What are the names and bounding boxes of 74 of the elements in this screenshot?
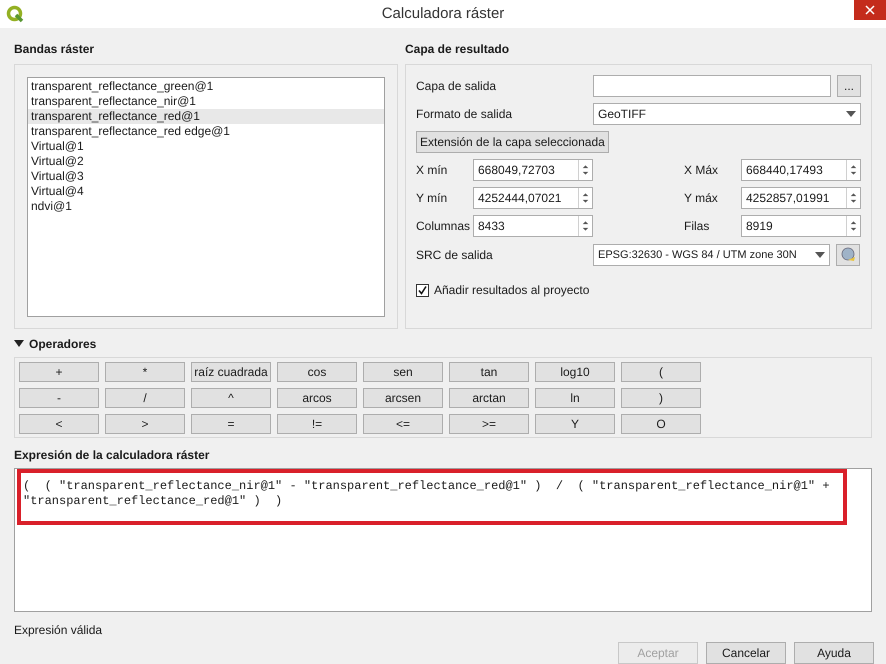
band-list-item[interactable]: transparent_reflectance_red edge@1	[28, 124, 384, 139]
spin-box[interactable]: 668440,17493	[741, 159, 861, 181]
operator-button[interactable]: ln	[535, 388, 615, 408]
crs-dropdown[interactable]: EPSG:32630 - WGS 84 / UTM zone 30N	[593, 244, 830, 266]
globe-icon	[840, 247, 856, 263]
spin-box[interactable]: 4252444,07021	[473, 187, 593, 209]
field-label: SRC de salida	[416, 247, 494, 264]
operator-button[interactable]: <=	[363, 414, 443, 434]
close-button[interactable]	[854, 0, 886, 20]
operator-button[interactable]: cos	[277, 362, 357, 382]
operator-button[interactable]: raíz cuadrada	[191, 362, 271, 382]
dialog-button[interactable]: Cancelar	[706, 642, 786, 664]
band-list-item[interactable]: transparent_reflectance_green@1	[28, 79, 384, 94]
close-icon	[865, 5, 875, 15]
operator-button[interactable]: arcos	[277, 388, 357, 408]
checkbox[interactable]	[416, 284, 429, 296]
field-label: Columnas	[416, 218, 472, 235]
output-layer-field[interactable]	[593, 75, 831, 97]
operator-button[interactable]: sen	[363, 362, 443, 382]
section-title: Bandas ráster	[14, 41, 96, 58]
operator-button[interactable]: )	[621, 388, 701, 408]
spin-box[interactable]: 8433	[473, 215, 593, 237]
field-label: X mín	[416, 162, 448, 179]
operator-button[interactable]: arcsen	[363, 388, 443, 408]
operator-button[interactable]: O	[621, 414, 701, 434]
field-label: X Máx	[684, 162, 720, 179]
format-dropdown[interactable]: GeoTIFF	[593, 103, 861, 125]
window-title: Calculadora ráster	[382, 4, 504, 24]
operator-button[interactable]: +	[19, 362, 99, 382]
field-label: Formato de salida	[416, 106, 514, 123]
band-list-item[interactable]: Virtual@4	[28, 184, 384, 199]
field-label: Capa de salida	[416, 78, 498, 95]
field-label: Y máx	[684, 190, 719, 207]
operator-button[interactable]: (	[621, 362, 701, 382]
browse-button[interactable]: ...	[837, 75, 861, 97]
crs-select-button[interactable]	[836, 244, 860, 266]
expression-editor[interactable]: ( ( "transparent_reflectance_nir@1" - "transparent_reflectance_red@1" ) / ( "transparent_reflectance_nir@1" + "transparent_reflectance_red@1" ) )	[14, 468, 872, 612]
collapse-triangle-icon[interactable]	[14, 340, 24, 348]
spin-box[interactable]: 8919	[741, 215, 861, 237]
dialog-button[interactable]: Ayuda	[794, 642, 874, 664]
operator-button[interactable]: tan	[449, 362, 529, 382]
operator-button[interactable]: -	[19, 388, 99, 408]
field-label: Y mín	[416, 190, 448, 207]
operator-button[interactable]: /	[105, 388, 185, 408]
band-list-item[interactable]: Virtual@2	[28, 154, 384, 169]
section-title: Capa de resultado	[405, 41, 510, 58]
dropdown-caret-icon	[815, 252, 825, 258]
band-list-item[interactable]: transparent_reflectance_red@1	[28, 109, 384, 124]
operator-button[interactable]: >=	[449, 414, 529, 434]
expression-text: ( ( "transparent_reflectance_nir@1" - "transparent_reflectance_red@1" ) / ( "transparent_reflectance_nir@1" + "transparent_reflectance_red@1" ) )	[23, 479, 831, 509]
status-text: Expresión válida	[13, 622, 104, 639]
checkbox-label: Añadir resultados al proyecto	[434, 282, 590, 299]
field-label: Filas	[684, 218, 710, 235]
operator-button[interactable]: !=	[277, 414, 357, 434]
band-list-item[interactable]: Virtual@3	[28, 169, 384, 184]
spin-box[interactable]: 668049,72703	[473, 159, 593, 181]
section-title: Expresión de la calculadora ráster	[14, 448, 210, 462]
operator-button[interactable]: log10	[535, 362, 615, 382]
operator-button[interactable]: ^	[191, 388, 271, 408]
app-logo-icon	[6, 5, 24, 23]
dropdown-caret-icon	[846, 111, 856, 117]
band-list-item[interactable]: Virtual@1	[28, 139, 384, 154]
operator-button[interactable]: <	[19, 414, 99, 434]
operator-button[interactable]: >	[105, 414, 185, 434]
band-list-item[interactable]: ndvi@1	[28, 199, 384, 214]
operator-button[interactable]: Y	[535, 414, 615, 434]
operator-button[interactable]: =	[191, 414, 271, 434]
operator-button[interactable]: *	[105, 362, 185, 382]
extent-button[interactable]: Extensión de la capa seleccionada	[416, 131, 609, 153]
band-list-item[interactable]: transparent_reflectance_nir@1	[28, 94, 384, 109]
band-list[interactable]: transparent_reflectance_green@1 transparent_reflectance_nir@1 transparent_reflectance_red@1 transparent_reflectance_red edge@1 Virtual@1 Virtual@2 Virtual@3 Virtual@4 ndvi@1	[27, 77, 385, 317]
spin-box[interactable]: 4252857,01991	[741, 187, 861, 209]
section-title: Operadores	[29, 336, 96, 353]
operator-button[interactable]: arctan	[449, 388, 529, 408]
